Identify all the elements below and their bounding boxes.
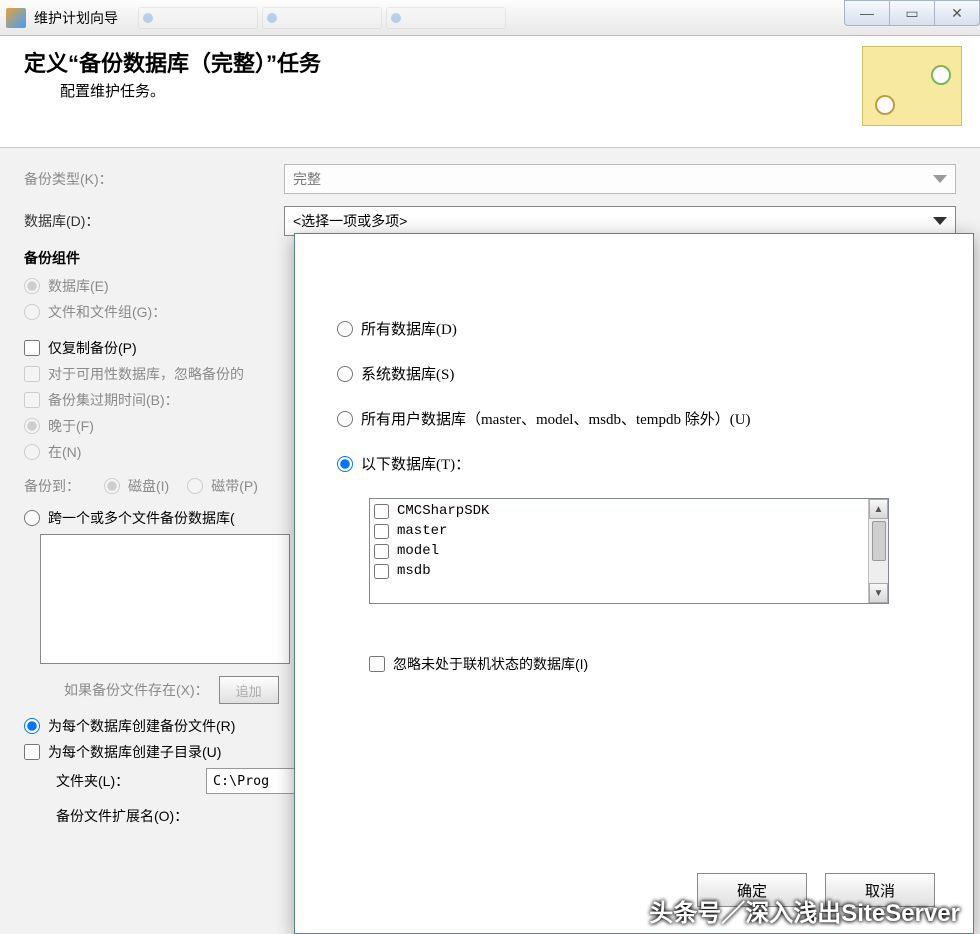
user-databases-radio-input[interactable]	[337, 411, 353, 427]
bg-tab	[262, 7, 382, 29]
window-title: 维护计划向导	[34, 8, 118, 28]
all-databases-radio[interactable]: 所有数据库(D)	[337, 318, 941, 339]
these-databases-radio[interactable]: 以下数据库(T)：	[337, 453, 941, 474]
close-button[interactable]: ✕	[934, 0, 980, 26]
db-item-label: model	[397, 543, 439, 559]
maximize-button[interactable]: ▭	[889, 0, 935, 26]
system-databases-radio-input[interactable]	[337, 366, 353, 382]
scroll-down-icon[interactable]: ▼	[869, 583, 888, 603]
backup-to-label: 备份到：	[24, 476, 104, 496]
db-list-item[interactable]: master	[374, 521, 884, 541]
database-value: <选择一项或多项>	[293, 211, 407, 231]
system-databases-radio[interactable]: 系统数据库(S)	[337, 363, 941, 384]
scrollbar[interactable]: ▲ ▼	[868, 499, 888, 603]
all-databases-radio-input[interactable]	[337, 321, 353, 337]
files-listbox[interactable]	[40, 534, 290, 664]
availability-checkbox-input	[24, 366, 40, 382]
if-exists-label: 如果备份文件存在(X)：	[64, 680, 209, 700]
db-item-checkbox[interactable]	[374, 544, 389, 559]
tape-radio-label: 磁带(P)	[211, 476, 258, 496]
wizard-icon	[862, 46, 962, 126]
cancel-button[interactable]: 取消	[825, 873, 935, 907]
chevron-down-icon	[933, 217, 947, 225]
component-database-radio-input	[24, 278, 40, 294]
title-bar: 维护计划向导 — ▭ ✕	[0, 0, 980, 36]
backup-type-value: 完整	[293, 169, 321, 189]
ignore-offline-checkbox[interactable]: 忽略未处于联机状态的数据库(I)	[369, 654, 941, 674]
these-databases-radio-input[interactable]	[337, 456, 353, 472]
ext-label: 备份文件扩展名(O)：	[56, 806, 188, 826]
db-list-item[interactable]: model	[374, 541, 884, 561]
append-button: 追加	[219, 676, 279, 704]
component-files-radio-input	[24, 304, 40, 320]
window-controls: — ▭ ✕	[845, 0, 980, 26]
minimize-button[interactable]: —	[844, 0, 890, 26]
database-select[interactable]: <选择一项或多项>	[284, 206, 956, 236]
db-item-checkbox[interactable]	[374, 504, 389, 519]
create-subdir-checkbox-input[interactable]	[24, 744, 40, 760]
disk-radio-input	[104, 478, 120, 494]
wizard-header: 定义“备份数据库（完整）”任务 配置维护任务。	[0, 36, 980, 148]
db-item-label: CMCSharpSDK	[397, 503, 489, 519]
bg-tab	[138, 7, 258, 29]
ignore-offline-checkbox-input[interactable]	[369, 656, 385, 672]
expire-checkbox-input	[24, 392, 40, 408]
database-selector-popup: 所有数据库(D) 系统数据库(S) 所有用户数据库（master、model、m…	[294, 233, 974, 934]
background-tabs	[138, 7, 506, 29]
wizard-title: 定义“备份数据库（完整）”任务	[24, 46, 321, 78]
bg-tab	[386, 7, 506, 29]
db-item-label: msdb	[397, 563, 431, 579]
database-list[interactable]: CMCSharpSDK master model msdb ▲ ▼	[369, 498, 889, 604]
scroll-up-icon[interactable]: ▲	[869, 499, 888, 519]
backup-type-select: 完整	[284, 164, 956, 194]
ok-button[interactable]: 确定	[697, 873, 807, 907]
copy-only-checkbox-input[interactable]	[24, 340, 40, 356]
db-item-checkbox[interactable]	[374, 564, 389, 579]
app-icon	[6, 8, 26, 28]
database-list-inner: CMCSharpSDK master model msdb	[370, 499, 888, 583]
db-item-checkbox[interactable]	[374, 524, 389, 539]
db-item-label: master	[397, 523, 447, 539]
user-databases-radio[interactable]: 所有用户数据库（master、model、msdb、tempdb 除外）(U)	[337, 408, 941, 429]
database-label: 数据库(D)：	[24, 211, 284, 231]
create-per-db-radio-input[interactable]	[24, 718, 40, 734]
wizard-subtitle: 配置维护任务。	[60, 80, 321, 101]
backup-type-label: 备份类型(K)：	[24, 169, 284, 189]
tape-radio-input	[187, 478, 203, 494]
across-files-radio-input[interactable]	[24, 510, 40, 526]
folder-label: 文件夹(L)：	[56, 771, 206, 791]
expire-after-radio-input	[24, 418, 40, 434]
scroll-thumb[interactable]	[872, 521, 886, 561]
db-list-item[interactable]: CMCSharpSDK	[374, 501, 884, 521]
expire-on-radio-input	[24, 444, 40, 460]
chevron-down-icon	[933, 175, 947, 183]
db-list-item[interactable]: msdb	[374, 561, 884, 581]
disk-radio-label: 磁盘(I)	[128, 476, 169, 496]
